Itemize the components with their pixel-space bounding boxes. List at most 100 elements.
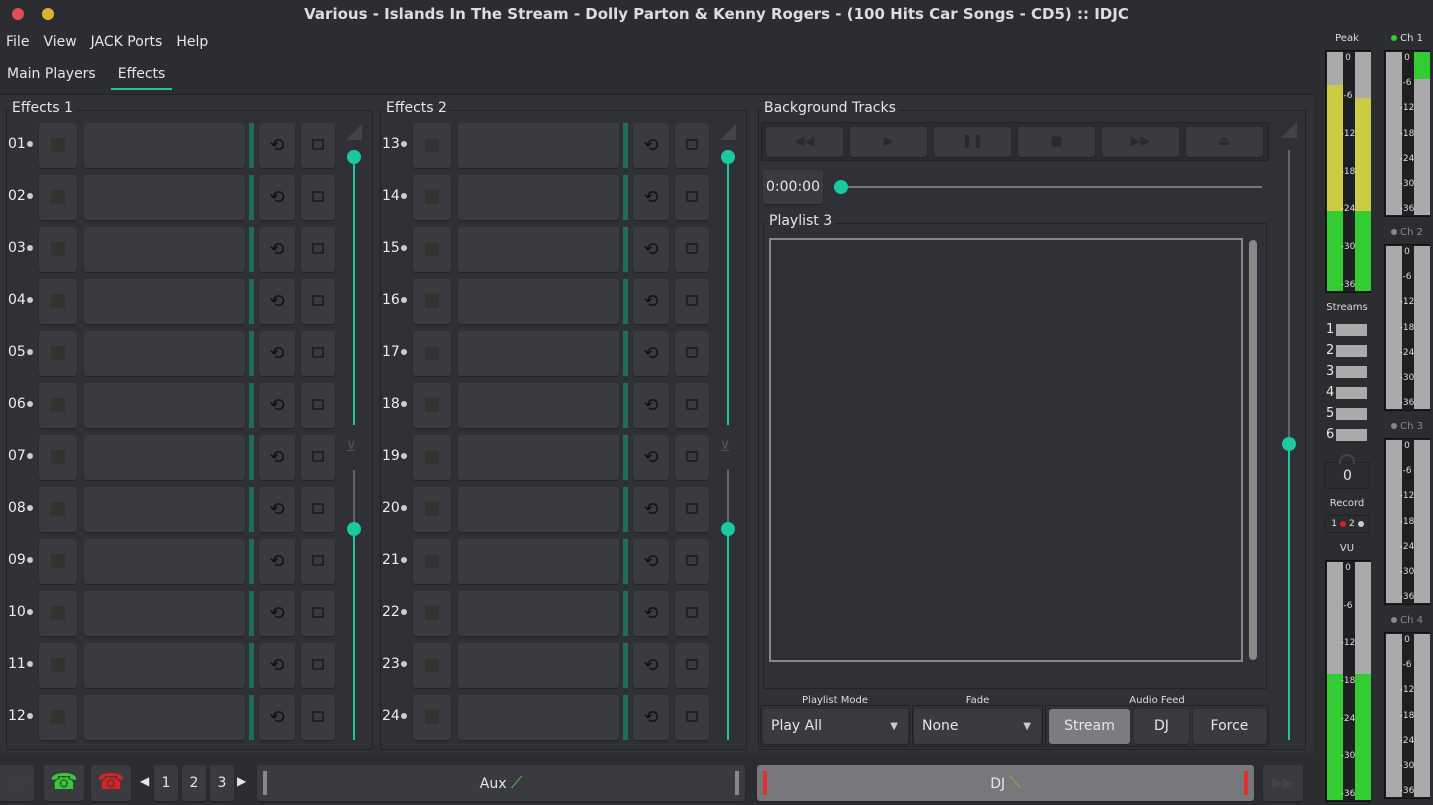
dsp-button[interactable]: DSP xyxy=(0,765,34,801)
repeat-icon[interactable]: ⟲ xyxy=(633,123,669,168)
effect-trigger-button[interactable] xyxy=(84,643,245,688)
config-button[interactable] xyxy=(301,487,335,532)
repeat-icon[interactable]: ⟲ xyxy=(633,435,669,480)
effect-trigger-button[interactable] xyxy=(458,695,619,740)
effect-trigger-button[interactable] xyxy=(458,383,619,428)
seek-handle[interactable] xyxy=(834,180,848,194)
stop-button[interactable] xyxy=(413,643,451,688)
effect-trigger-button[interactable] xyxy=(84,383,245,428)
config-button[interactable] xyxy=(301,331,335,376)
repeat-icon[interactable]: ⟲ xyxy=(259,383,295,428)
effect-trigger-button[interactable] xyxy=(458,487,619,532)
stop-button[interactable] xyxy=(39,175,77,220)
volume-track[interactable] xyxy=(1288,150,1290,444)
config-button[interactable] xyxy=(675,227,709,272)
effect-trigger-button[interactable] xyxy=(84,123,245,168)
page-2-button[interactable]: 2 xyxy=(182,765,206,801)
phone-red-icon[interactable]: ☎ xyxy=(91,765,131,801)
playlist-scrollbar[interactable] xyxy=(1249,240,1257,660)
fade-select[interactable]: None ▼ xyxy=(914,709,1041,744)
repeat-icon[interactable]: ⟲ xyxy=(259,643,295,688)
stop-button[interactable] xyxy=(413,123,451,168)
page-1-button[interactable]: 1 xyxy=(154,765,178,801)
audio-feed-force[interactable]: Force xyxy=(1193,709,1266,744)
config-button[interactable] xyxy=(675,435,709,480)
menu-jack-ports[interactable]: JACK Ports xyxy=(91,30,163,56)
effect-trigger-button[interactable] xyxy=(84,591,245,636)
stop-button[interactable] xyxy=(39,383,77,428)
group-b-volume-handle[interactable] xyxy=(347,522,361,536)
group-a-volume-handle[interactable] xyxy=(347,150,361,164)
next-page-icon[interactable]: ▶ xyxy=(237,774,246,788)
rewind-icon[interactable]: ◀◀ xyxy=(766,127,843,157)
effect-trigger-button[interactable] xyxy=(84,279,245,324)
repeat-icon[interactable]: ⟲ xyxy=(633,383,669,428)
repeat-icon[interactable]: ⟲ xyxy=(633,643,669,688)
config-button[interactable] xyxy=(301,227,335,272)
stop-button[interactable] xyxy=(413,227,451,272)
stop-button[interactable] xyxy=(39,435,77,480)
config-button[interactable] xyxy=(675,539,709,584)
stop-button[interactable] xyxy=(413,695,451,740)
repeat-icon[interactable]: ⟲ xyxy=(259,591,295,636)
stop-button[interactable] xyxy=(413,175,451,220)
stop-button[interactable] xyxy=(413,591,451,636)
config-button[interactable] xyxy=(301,591,335,636)
stop-button[interactable] xyxy=(413,487,451,532)
fast-forward-icon[interactable]: ▶▶ xyxy=(1102,127,1179,157)
repeat-icon[interactable]: ⟲ xyxy=(633,591,669,636)
stop-button[interactable] xyxy=(413,539,451,584)
config-button[interactable] xyxy=(675,331,709,376)
seek-slider[interactable] xyxy=(841,186,1262,188)
effect-trigger-button[interactable] xyxy=(458,591,619,636)
effect-trigger-button[interactable] xyxy=(458,435,619,480)
stop-button[interactable] xyxy=(39,123,77,168)
tab-effects[interactable]: Effects xyxy=(110,60,173,90)
group-b-volume-handle[interactable] xyxy=(721,522,735,536)
repeat-icon[interactable]: ⟲ xyxy=(633,695,669,740)
playlist-mode-select[interactable]: Play All ▼ xyxy=(763,709,908,744)
stop-button[interactable] xyxy=(39,643,77,688)
stop-button[interactable] xyxy=(413,383,451,428)
config-button[interactable] xyxy=(301,279,335,324)
stop-icon[interactable]: ■ xyxy=(1018,127,1095,157)
play-icon[interactable]: ▶ xyxy=(850,127,927,157)
effect-trigger-button[interactable] xyxy=(84,539,245,584)
menu-view[interactable]: View xyxy=(43,30,76,56)
tab-main-players[interactable]: Main Players xyxy=(0,60,103,90)
playlist-list[interactable] xyxy=(769,238,1243,662)
repeat-icon[interactable]: ⟲ xyxy=(259,695,295,740)
effect-trigger-button[interactable] xyxy=(458,331,619,376)
effect-trigger-button[interactable] xyxy=(458,227,619,272)
repeat-icon[interactable]: ⟲ xyxy=(259,227,295,272)
effect-trigger-button[interactable] xyxy=(84,331,245,376)
config-button[interactable] xyxy=(301,539,335,584)
config-button[interactable] xyxy=(675,123,709,168)
volume-handle[interactable] xyxy=(1282,437,1296,451)
stop-button[interactable] xyxy=(413,435,451,480)
effect-trigger-button[interactable] xyxy=(458,175,619,220)
prev-page-icon[interactable]: ◀ xyxy=(140,774,149,788)
config-button[interactable] xyxy=(301,435,335,480)
menu-file[interactable]: File xyxy=(6,30,29,56)
stop-button[interactable] xyxy=(39,591,77,636)
pause-icon[interactable]: ❚❚ xyxy=(934,127,1011,157)
repeat-icon[interactable]: ⟲ xyxy=(259,539,295,584)
repeat-icon[interactable]: ⟲ xyxy=(259,175,295,220)
effect-trigger-button[interactable] xyxy=(84,175,245,220)
config-button[interactable] xyxy=(675,279,709,324)
page-3-button[interactable]: 3 xyxy=(210,765,234,801)
effect-trigger-button[interactable] xyxy=(84,487,245,532)
config-button[interactable] xyxy=(301,643,335,688)
repeat-icon[interactable]: ⟲ xyxy=(259,279,295,324)
repeat-icon[interactable]: ⟲ xyxy=(259,123,295,168)
repeat-icon[interactable]: ⟲ xyxy=(633,487,669,532)
effect-trigger-button[interactable] xyxy=(458,539,619,584)
config-button[interactable] xyxy=(675,383,709,428)
config-button[interactable] xyxy=(675,591,709,636)
config-button[interactable] xyxy=(675,695,709,740)
advance-icon[interactable]: ▶▶ xyxy=(1263,765,1303,801)
menu-help[interactable]: Help xyxy=(176,30,208,56)
stop-button[interactable] xyxy=(39,279,77,324)
repeat-icon[interactable]: ⟲ xyxy=(259,331,295,376)
